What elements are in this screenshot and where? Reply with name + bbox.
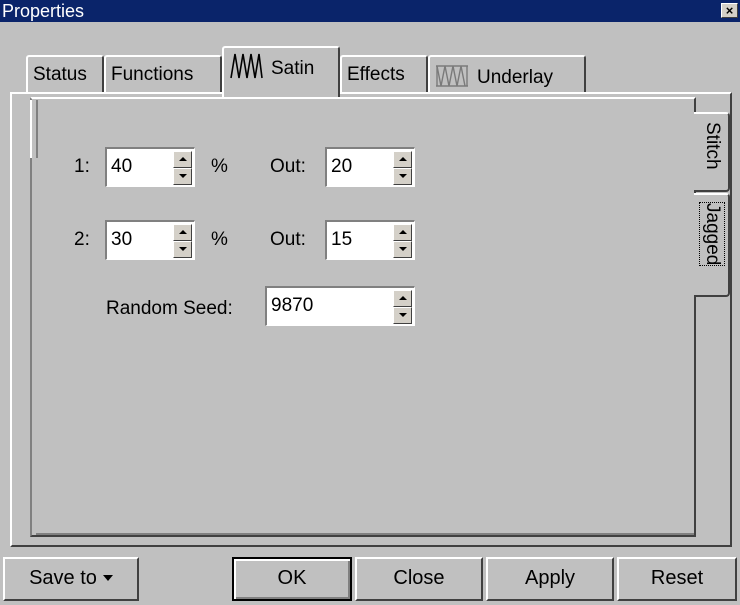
row1-value-input[interactable] <box>111 153 155 181</box>
row1-label: 1: <box>74 156 90 177</box>
row2-value-input[interactable] <box>111 226 155 254</box>
chevron-down-icon <box>102 575 113 581</box>
close-button[interactable]: Close <box>355 557 483 601</box>
spin-down-button[interactable] <box>173 241 192 258</box>
row1-out-label: Out: <box>270 156 306 177</box>
spinner <box>393 224 412 258</box>
spin-up-button[interactable] <box>173 224 192 241</box>
apply-label: Apply <box>524 567 576 589</box>
side-tab-jagged[interactable]: Jagged <box>694 193 730 297</box>
random-seed-input[interactable] <box>271 292 361 320</box>
underlay-icon <box>436 65 468 87</box>
spin-up-button[interactable] <box>393 151 412 168</box>
window-title: Properties <box>2 1 85 21</box>
save-to-label: Save to <box>29 567 97 589</box>
row2-unit: % <box>211 229 228 250</box>
row1-value-stepper[interactable] <box>105 147 195 187</box>
tab-functions[interactable]: Functions <box>104 55 222 93</box>
tab-effects[interactable]: Effects <box>340 55 428 93</box>
spinner <box>393 290 412 324</box>
random-seed-label: Random Seed: <box>106 298 233 319</box>
reset-button[interactable]: Reset <box>617 557 737 601</box>
tab-status[interactable]: Status <box>26 55 104 93</box>
side-tab-stitch[interactable]: Stitch <box>694 112 730 192</box>
tab-label: Effects <box>347 64 405 85</box>
save-to-dropdown-button[interactable]: Save to <box>3 557 139 601</box>
row1-out-input[interactable] <box>331 153 375 181</box>
tab-underlay[interactable]: Underlay <box>428 55 586 93</box>
tab-label: Satin <box>271 58 315 79</box>
tab-label: Functions <box>111 64 194 85</box>
spin-up-button[interactable] <box>393 290 412 307</box>
close-window-button[interactable]: × <box>721 3 738 18</box>
tab-label: Status <box>33 64 87 85</box>
ok-label: OK <box>277 567 307 589</box>
spin-down-button[interactable] <box>393 168 412 185</box>
row2-value-stepper[interactable] <box>105 220 195 260</box>
close-label: Close <box>393 567 445 589</box>
random-seed-stepper[interactable] <box>265 286 415 326</box>
row2-out-stepper[interactable] <box>325 220 415 260</box>
tab-satin[interactable]: Satin <box>222 46 340 98</box>
spinner <box>173 224 192 258</box>
title-bar: Properties × <box>0 0 740 22</box>
tab-label: Underlay <box>477 67 554 88</box>
row1-out-stepper[interactable] <box>325 147 415 187</box>
spinner <box>173 151 192 185</box>
spin-up-button[interactable] <box>173 151 192 168</box>
spin-down-button[interactable] <box>173 168 192 185</box>
side-tab-label: Stitch <box>702 122 723 170</box>
row2-out-label: Out: <box>270 229 306 250</box>
spin-down-button[interactable] <box>393 241 412 258</box>
reset-label: Reset <box>650 567 704 589</box>
row2-out-input[interactable] <box>331 226 375 254</box>
side-tab-label: Jagged <box>699 201 725 267</box>
spinner <box>393 151 412 185</box>
splitter-handle[interactable] <box>30 100 38 158</box>
apply-button[interactable]: Apply <box>486 557 614 601</box>
row1-unit: % <box>211 156 228 177</box>
spin-down-button[interactable] <box>393 307 412 324</box>
row2-label: 2: <box>74 229 90 250</box>
ok-button[interactable]: OK <box>232 557 352 601</box>
spin-up-button[interactable] <box>393 224 412 241</box>
satin-zigzag-icon <box>230 53 263 79</box>
